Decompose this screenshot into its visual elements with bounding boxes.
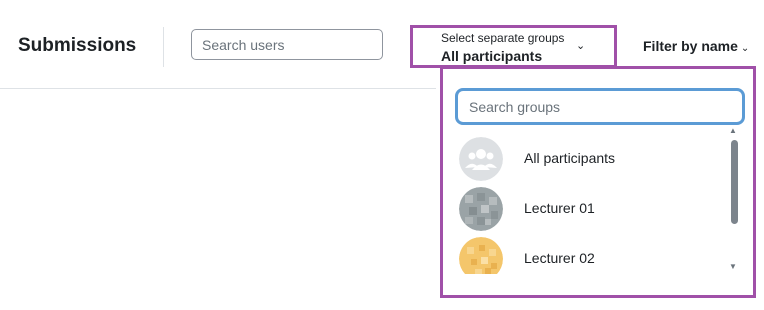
group-selector-button[interactable]: Select separate groups All participants … xyxy=(410,25,617,68)
filter-by-name-button[interactable]: Filter by name ⌄ xyxy=(643,38,749,54)
header-divider xyxy=(163,27,164,67)
scroll-down-arrow-icon[interactable]: ▼ xyxy=(729,262,737,271)
group-item-lecturer-01[interactable]: Lecturer 01 xyxy=(443,185,728,233)
lecturer-avatar-icon xyxy=(459,187,503,231)
search-groups-input[interactable] xyxy=(455,88,745,125)
filter-by-name-label: Filter by name xyxy=(643,38,738,54)
page-title: Submissions xyxy=(18,35,137,56)
scrollbar-thumb[interactable] xyxy=(731,140,738,224)
group-item-label: All participants xyxy=(524,150,616,166)
group-item-lecturer-02[interactable]: Lecturer 02 xyxy=(443,235,728,274)
chevron-down-icon: ⌄ xyxy=(576,40,586,52)
group-selector-label: Select separate groups xyxy=(441,31,565,45)
chevron-down-icon: ⌄ xyxy=(740,43,750,54)
group-item-all-participants[interactable]: All participants xyxy=(443,135,728,183)
lecturer-avatar-icon xyxy=(459,237,503,274)
group-avatar-icon xyxy=(459,137,503,181)
search-users-input[interactable] xyxy=(191,29,383,60)
group-selector-value: All participants xyxy=(441,48,543,64)
header-divider-line xyxy=(0,88,436,89)
group-list-scrollbar[interactable]: ▲ ▼ xyxy=(727,126,741,274)
group-item-label: Lecturer 01 xyxy=(524,200,595,216)
group-item-label: Lecturer 02 xyxy=(524,250,595,266)
scroll-up-arrow-icon[interactable]: ▲ xyxy=(729,126,737,135)
group-dropdown: All participants Lecturer 01 xyxy=(440,66,756,298)
group-list: All participants Lecturer 01 Lecturer 02 xyxy=(443,130,733,274)
